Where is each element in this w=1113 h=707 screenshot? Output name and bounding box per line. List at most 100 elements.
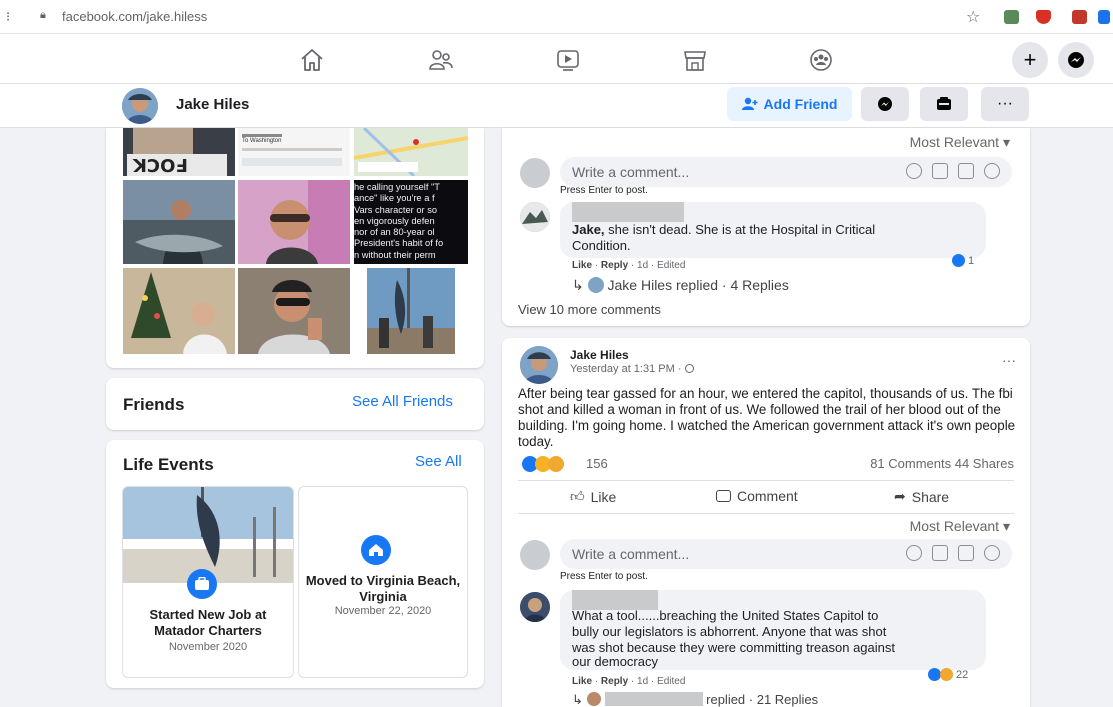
groups-icon[interactable]: [808, 48, 834, 72]
camera-icon[interactable]: [932, 545, 948, 561]
life-events-title: Life Events: [123, 455, 214, 474]
comment-tools: [906, 163, 1000, 179]
post-author-avatar[interactable]: [520, 346, 558, 384]
comment-bubble: Jake, she isn't dead. She is at the Hosp…: [560, 202, 986, 258]
man-sunglasses-photo-thumbnail[interactable]: [238, 268, 350, 354]
commenter-avatar[interactable]: [520, 202, 550, 232]
profile-name[interactable]: Jake Hiles: [176, 96, 249, 113]
add-friend-button[interactable]: Add Friend: [727, 87, 852, 121]
messenger-icon: [1068, 52, 1084, 68]
follow-icon: [937, 97, 951, 110]
comments-shares-count[interactable]: 81 Comments 44 Shares: [870, 456, 1014, 471]
add-friend-label: Add Friend: [763, 96, 838, 112]
redacted-name: [572, 590, 658, 610]
post-text: After being tear gassed for an hour, we …: [518, 386, 1016, 449]
commenter-avatar[interactable]: [520, 592, 550, 622]
christmas-photo-thumbnail[interactable]: [123, 268, 235, 354]
friends-icon[interactable]: [428, 48, 454, 72]
text-screenshot-thumbnail[interactable]: he calling yourself "T ance" like you're…: [354, 180, 468, 264]
more-options-button[interactable]: ···: [981, 87, 1029, 121]
bookmark-star-icon[interactable]: ☆: [966, 7, 980, 27]
lock-icon[interactable]: 🔒︎: [40, 9, 46, 22]
share-button[interactable]: ➦ Share: [894, 488, 949, 505]
add-friend-icon: [741, 97, 758, 110]
shield-extension-icon[interactable]: [1036, 10, 1051, 24]
sticker-icon[interactable]: [984, 163, 1000, 179]
life-event-job[interactable]: Started New Job at Matador Charters Nove…: [122, 486, 294, 678]
url-text[interactable]: facebook.com/jake.hiless: [62, 9, 207, 24]
fishing-photo-thumbnail[interactable]: [123, 180, 235, 264]
friends-title: Friends: [123, 395, 185, 414]
menu-dots-icon[interactable]: ⁝: [6, 9, 10, 25]
comment-placeholder: Write a comment...: [572, 546, 690, 562]
home-icon[interactable]: [299, 48, 325, 72]
comment-text: Jake, she isn't dead. She is at the Hosp…: [572, 222, 876, 237]
reaction-count[interactable]: 156: [586, 456, 608, 471]
reaction-summary: 156 81 Comments 44 Shares: [518, 454, 1014, 474]
reply-link[interactable]: Reply: [601, 260, 628, 271]
current-user-avatar: [520, 158, 550, 188]
view-replies[interactable]: ↳ replied · 21 Replies: [572, 692, 818, 707]
svg-text:ꓘƆOꓞ: ꓘƆOꓞ: [132, 156, 188, 176]
follow-button[interactable]: [920, 87, 968, 121]
reaction-icons[interactable]: [522, 456, 564, 477]
messenger-button[interactable]: [1058, 42, 1094, 78]
redacted-name: [572, 202, 684, 222]
life-event-move[interactable]: Moved to Virginia Beach, Virginia Novemb…: [298, 486, 468, 678]
map-photo-thumbnail[interactable]: To Washington: [238, 128, 350, 176]
gif-icon[interactable]: [958, 163, 974, 179]
like-button[interactable]: 👍︎ Like: [570, 488, 616, 505]
comment-bubble: What a tool......breaching the United St…: [560, 590, 986, 670]
reply-link[interactable]: Reply: [601, 676, 628, 687]
press-enter-hint: Press Enter to post.: [560, 185, 648, 196]
gif-icon[interactable]: [958, 545, 974, 561]
like-link[interactable]: Like: [572, 260, 592, 271]
watch-icon[interactable]: [555, 48, 581, 72]
comment-reactions[interactable]: 1: [952, 254, 974, 267]
life-event-title: Moved to Virginia Beach, Virginia: [305, 573, 461, 604]
comment-input[interactable]: Write a comment...: [560, 539, 1012, 569]
see-all-life-events-link[interactable]: See All: [415, 453, 462, 470]
like-link[interactable]: Like: [572, 676, 592, 687]
comment-text: What a tool......breaching the United St…: [572, 608, 879, 623]
post-card: Jake Hiles Yesterday at 1:31 PM · ··· Af…: [502, 338, 1030, 707]
camera-icon[interactable]: [932, 163, 948, 179]
comment-reactions[interactable]: 22: [928, 668, 968, 681]
profile-avatar[interactable]: [122, 88, 158, 124]
extension-icon-2[interactable]: [1072, 10, 1087, 24]
emoji-icon[interactable]: [906, 545, 922, 561]
most-relevant-dropdown[interactable]: Most Relevant ▾: [910, 518, 1010, 535]
friends-card: Friends See All Friends: [106, 378, 484, 430]
photos-card: ꓘƆOꓞ To Washington he calling yourself "…: [106, 128, 484, 368]
sticker-icon[interactable]: [984, 545, 1000, 561]
messenger-icon: [878, 97, 892, 111]
share-icon: ➦: [894, 488, 906, 504]
life-event-date: November 2020: [168, 641, 248, 653]
map-photo-thumbnail-2[interactable]: [354, 128, 468, 176]
comment-icon: [716, 490, 731, 502]
create-plus-button[interactable]: +: [1012, 42, 1048, 78]
extension-icon-3[interactable]: [1098, 10, 1110, 24]
extension-icon[interactable]: [1004, 10, 1019, 24]
globe-icon: [684, 364, 694, 373]
current-user-avatar: [520, 540, 550, 570]
most-relevant-dropdown[interactable]: Most Relevant ▾: [910, 134, 1010, 151]
post-author[interactable]: Jake Hiles: [570, 348, 629, 362]
profile-header-bar: Jake Hiles Add Friend ···: [0, 84, 1113, 128]
view-more-comments-link[interactable]: View 10 more comments: [518, 302, 661, 317]
photo-thumbnail[interactable]: ꓘƆOꓞ: [123, 128, 235, 176]
post-options-button[interactable]: ···: [1002, 352, 1016, 368]
comment-text-4: our democracy: [572, 654, 658, 669]
post-time[interactable]: Yesterday at 1:31 PM ·: [570, 363, 694, 375]
browser-address-bar: ⁝ 🔒︎ facebook.com/jake.hiless ☆: [0, 0, 1113, 34]
message-button[interactable]: [861, 87, 909, 121]
see-all-friends-link[interactable]: See All Friends: [352, 393, 453, 410]
briefcase-icon: [187, 569, 217, 599]
selfie-photo-thumbnail[interactable]: [238, 180, 350, 264]
tuna-photo-thumbnail[interactable]: [367, 268, 455, 354]
emoji-icon[interactable]: [906, 163, 922, 179]
comment-button[interactable]: Comment: [716, 488, 798, 504]
comment-input[interactable]: Write a comment...: [560, 157, 1012, 187]
view-replies[interactable]: ↳ Jake Hiles replied · 4 Replies: [572, 277, 789, 294]
marketplace-icon[interactable]: [682, 48, 708, 72]
